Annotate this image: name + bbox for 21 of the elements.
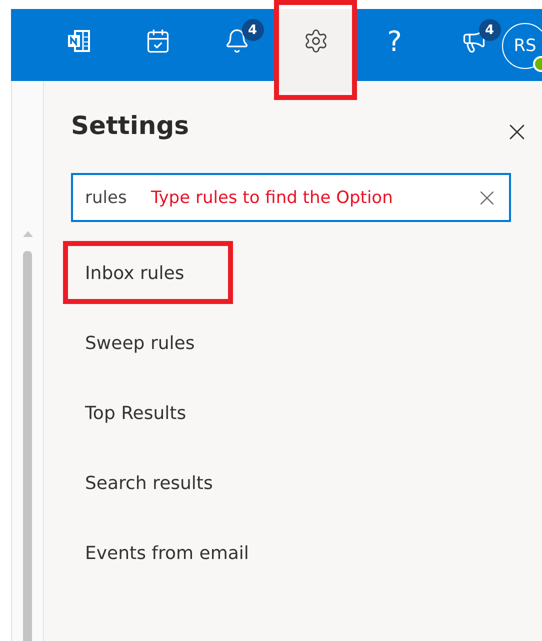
scrollbar-thumb[interactable]	[23, 251, 32, 641]
panel-title: Settings	[71, 111, 190, 140]
settings-button[interactable]	[279, 9, 352, 92]
annotation-text: Type rules to find the Option	[151, 188, 394, 208]
search-input[interactable]: rules	[85, 188, 137, 208]
result-item[interactable]: Sweep rules	[85, 332, 195, 354]
result-item[interactable]: Events from email	[85, 542, 249, 564]
calendar-check-icon	[144, 28, 170, 54]
result-item[interactable]: Inbox rules	[85, 262, 184, 284]
result-item[interactable]: Search results	[85, 472, 213, 494]
notebook-icon	[66, 28, 92, 54]
toolbar-button[interactable]: 4	[200, 9, 273, 81]
scroll-up-icon	[22, 231, 32, 237]
count-badge: 4	[242, 19, 264, 41]
result-item[interactable]: Top Results	[85, 402, 186, 424]
settings-icon	[302, 28, 328, 54]
count-badge: 4	[478, 19, 500, 41]
help-icon: ?	[387, 28, 402, 56]
bell-icon	[224, 28, 250, 54]
toolbar-button[interactable]: ?	[358, 9, 431, 81]
avatar[interactable]: RS	[502, 23, 542, 69]
